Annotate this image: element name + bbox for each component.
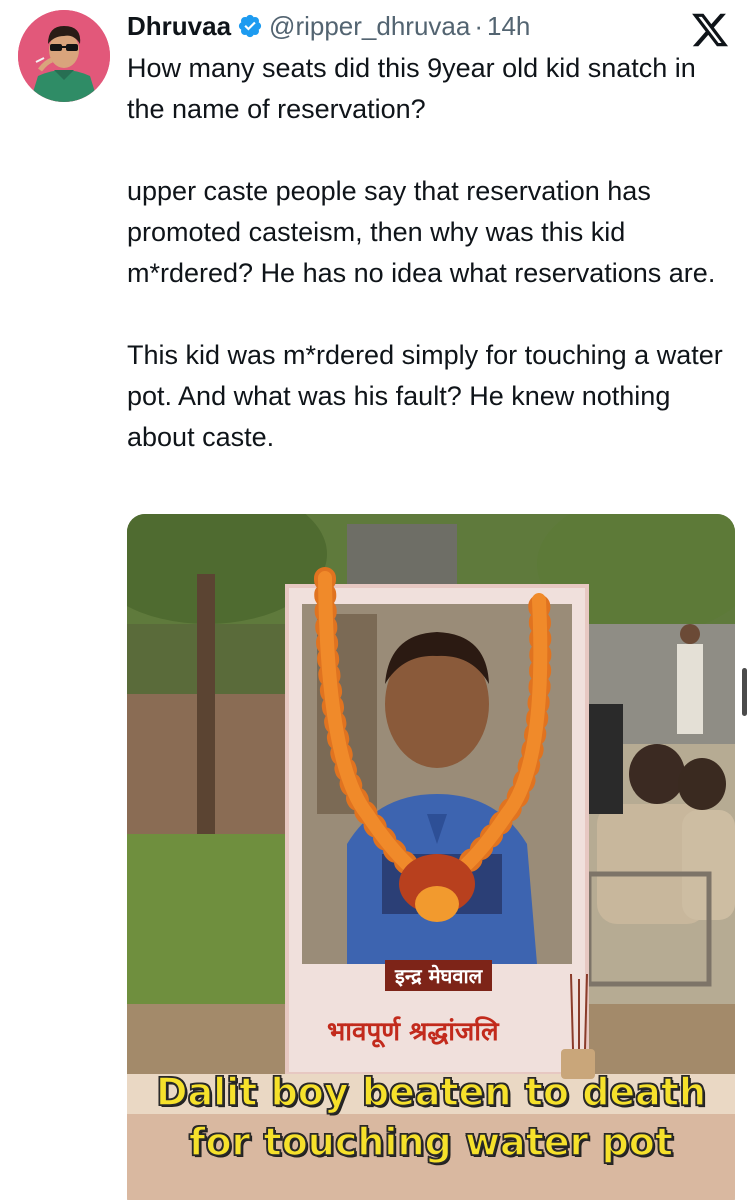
scrollbar[interactable] (742, 668, 747, 716)
memorial-name-plate: इन्द्र मेघवाल (385, 960, 493, 991)
x-logo-icon (692, 13, 729, 47)
avatar-image (18, 10, 110, 102)
image-caption-line-1: Dalit boy beaten to death (155, 1069, 707, 1115)
tweet: Dhruvaa @ripper_dhruvaa · 14h How many s… (0, 0, 752, 1200)
image-caption-line-2: for touching water pot (188, 1119, 674, 1165)
avatar[interactable] (18, 10, 110, 102)
tweet-paragraph: This kid was m*rdered simply for touchin… (127, 340, 723, 452)
verified-badge-icon (238, 14, 262, 38)
display-name[interactable]: Dhruvaa (127, 9, 231, 43)
tweet-paragraph: How many seats did this 9year old kid sn… (127, 53, 696, 124)
tweet-text: How many seats did this 9year old kid sn… (127, 48, 737, 458)
tweet-header: Dhruvaa @ripper_dhruvaa · 14h (127, 6, 530, 46)
memorial-tribute-text: भावपूर्ण श्रद्धांजलि (327, 1017, 499, 1047)
timestamp[interactable]: 14h (487, 9, 530, 43)
author-handle[interactable]: @ripper_dhruvaa (269, 9, 470, 43)
tweet-paragraph: upper caste people say that reservation … (127, 176, 716, 288)
separator-dot: · (474, 11, 484, 41)
tweet-media-image[interactable]: इन्द्र मेघवाल भावपूर्ण श्रद्धांजलि Dalit… (127, 514, 735, 1200)
